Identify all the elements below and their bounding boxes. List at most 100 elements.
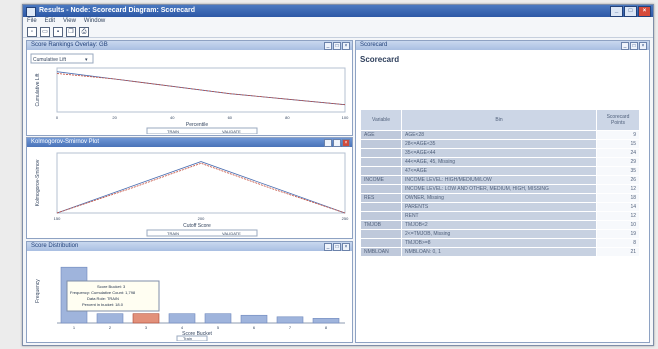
- cell-variable: [360, 202, 402, 212]
- cell-points: 35: [596, 166, 640, 176]
- panel-minimize-button[interactable]: _: [621, 42, 629, 50]
- menu-file[interactable]: File: [27, 17, 37, 26]
- bar[interactable]: [240, 314, 268, 324]
- cell-points: 12: [596, 184, 640, 194]
- table-row[interactable]: INCOME INCOME LEVEL: HIGH/MEDIUM/LOW 26: [360, 175, 640, 185]
- table-row[interactable]: TMJOB>=8 8: [360, 238, 640, 248]
- y-axis-label: Frequency: [35, 279, 41, 303]
- x-tick-label: 40: [170, 115, 175, 120]
- panel-maximize-button[interactable]: □: [333, 243, 341, 251]
- cell-points: 24: [596, 148, 640, 158]
- table-row[interactable]: 47<=AGE 35: [360, 166, 640, 176]
- score-distribution-chart: 12345678 Score Bucket Frequency Train Sc…: [35, 266, 345, 342]
- panel-maximize-button[interactable]: □: [333, 139, 341, 147]
- x-tick-label: 100: [342, 115, 349, 120]
- panel-title: Kolmogorov-Smirnov Plot _ □ ×: [27, 138, 352, 147]
- x-axis-label: Percentile: [186, 122, 208, 128]
- cell-bin: PARENTS: [401, 202, 597, 212]
- legend-train: TRAIN: [167, 129, 179, 134]
- table-row[interactable]: 35<=AGE<44 24: [360, 148, 640, 158]
- cell-variable: [360, 229, 402, 239]
- ks-plot-panel: Kolmogorov-Smirnov Plot _ □ × 150 200 250 Cu…: [26, 137, 353, 239]
- legend-validate: VALIDATE: [222, 129, 241, 134]
- panel-maximize-button[interactable]: □: [333, 42, 341, 50]
- table-row[interactable]: 2<=TMJOB, Missing 19: [360, 229, 640, 239]
- panel-close-button[interactable]: ×: [342, 139, 350, 147]
- new-icon[interactable]: ▫: [27, 26, 37, 37]
- column-header-variable: Variable: [360, 109, 402, 131]
- table-row[interactable]: AGE AGE<28 9: [360, 130, 640, 140]
- table-row[interactable]: 28<=AGE<35 15: [360, 139, 640, 149]
- cell-points: 26: [596, 175, 640, 185]
- cell-variable: [360, 211, 402, 221]
- print-icon[interactable]: ⎙: [79, 26, 89, 37]
- scorecard-rows: AGE AGE<28 9 28<=AGE<35 15 35<=AGE<44 24 44<=AG…: [360, 130, 640, 257]
- panel-title: Score Distribution _ □ ×: [27, 242, 352, 251]
- menu-window[interactable]: Window: [84, 17, 105, 26]
- cell-bin: RENT: [401, 211, 597, 221]
- legend-train: Train: [183, 336, 192, 341]
- table-row[interactable]: INCOME LEVEL: LOW AND OTHER, MEDIUM, HIG…: [360, 184, 640, 194]
- minimize-button[interactable]: _: [610, 6, 623, 17]
- cell-variable: AGE: [360, 130, 402, 140]
- x-tick-label: 6: [253, 325, 256, 330]
- ks-x-ticks: 150 200 250: [54, 216, 349, 221]
- cell-variable: [360, 184, 402, 194]
- column-header-points: Scorecard Points: [596, 109, 640, 131]
- bar[interactable]: [204, 313, 232, 324]
- table-row[interactable]: NMBLOAN NMBLOAN: 0, 1 21: [360, 247, 640, 257]
- scorecard-panel: Scorecard _ □ × Scorecard Variable Bin Sco…: [355, 40, 650, 343]
- table-row[interactable]: PARENTS 14: [360, 202, 640, 212]
- panel-minimize-button[interactable]: _: [324, 243, 332, 251]
- cell-points: 15: [596, 139, 640, 149]
- table-row[interactable]: RENT 12: [360, 211, 640, 221]
- score-rankings-panel: Score Rankings Overlay: GB _ □ × Cumulativ…: [26, 40, 353, 136]
- table-row[interactable]: 44<=AGE, 45, Missing 29: [360, 157, 640, 167]
- copy-icon[interactable]: ❐: [66, 26, 76, 37]
- bar[interactable]: [96, 313, 124, 324]
- panel-close-button[interactable]: ×: [342, 243, 350, 251]
- app-window: Results - Node: Scorecard Diagram: Score…: [22, 4, 654, 346]
- cell-points: 21: [596, 247, 640, 257]
- x-tick-label: 1: [73, 325, 76, 330]
- bar[interactable]: [168, 313, 196, 324]
- x-tick-label: 250: [342, 216, 349, 221]
- cell-points: 8: [596, 238, 640, 248]
- table-row[interactable]: TMJOB TMJOB<2 10: [360, 220, 640, 230]
- panel-close-button[interactable]: ×: [342, 42, 350, 50]
- chart-dropdown-label: Cumulative Lift: [33, 57, 67, 63]
- panel-minimize-button[interactable]: _: [324, 42, 332, 50]
- panel-title: Score Rankings Overlay: GB _ □ ×: [27, 41, 352, 50]
- panel-maximize-button[interactable]: □: [630, 42, 638, 50]
- bar[interactable]: [276, 316, 304, 324]
- cell-bin: INCOME LEVEL: LOW AND OTHER, MEDIUM, HIG…: [401, 184, 597, 194]
- menu-view[interactable]: View: [63, 17, 76, 26]
- tooltip-line: Data Role: TRAIN: [87, 296, 119, 301]
- panel-minimize-button[interactable]: _: [324, 139, 332, 147]
- panel-close-button[interactable]: ×: [639, 42, 647, 50]
- panel-title-text: Kolmogorov-Smirnov Plot: [31, 139, 100, 145]
- cell-bin: TMJOB<2: [401, 220, 597, 230]
- panel-title-text: Score Distribution: [31, 243, 79, 249]
- column-header-bin: Bin: [401, 109, 597, 131]
- save-icon[interactable]: ▪: [53, 26, 63, 37]
- tooltip-line: Frequency: Cumulative Count: 1,798: [70, 290, 136, 295]
- table-row[interactable]: RES OWNER, Missing 18: [360, 193, 640, 203]
- score-rankings-chart: Cumulative Lift ▾ 0 20 40 60 80 100 Percentil…: [30, 53, 349, 135]
- cell-bin: 28<=AGE<35: [401, 139, 597, 149]
- cell-bin: TMJOB>=8: [401, 238, 597, 248]
- open-icon[interactable]: ▭: [40, 26, 50, 37]
- cell-bin: 35<=AGE<44: [401, 148, 597, 158]
- x-tick-label: 80: [285, 115, 290, 120]
- close-button[interactable]: ×: [638, 6, 651, 17]
- bar[interactable]: [132, 313, 160, 324]
- bar[interactable]: [312, 318, 340, 324]
- cell-bin: OWNER, Missing: [401, 193, 597, 203]
- legend-train: TRAIN: [167, 231, 179, 236]
- cell-variable: [360, 166, 402, 176]
- ks-chart: 150 200 250 Cutoff Score Kolmogorov-Smirno…: [35, 152, 349, 237]
- x-axis-label: Cutoff Score: [183, 223, 211, 229]
- cell-bin: AGE<28: [401, 130, 597, 140]
- maximize-button[interactable]: □: [624, 6, 637, 17]
- menu-edit[interactable]: Edit: [45, 17, 55, 26]
